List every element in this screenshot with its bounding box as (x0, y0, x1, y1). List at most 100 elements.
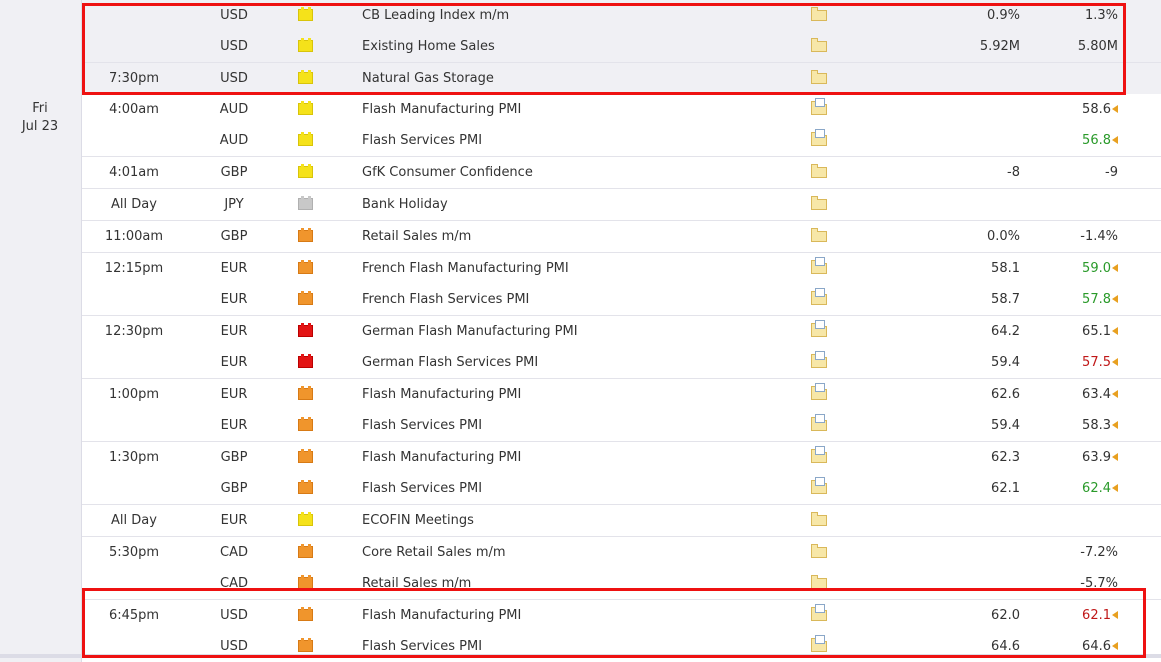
detail-cell[interactable] (811, 125, 831, 156)
detail-cell[interactable] (811, 568, 831, 599)
detail-cell[interactable] (811, 94, 831, 125)
detail-cell[interactable] (811, 63, 831, 94)
revision-arrow-icon[interactable] (1112, 452, 1118, 461)
folder-icon[interactable] (811, 7, 827, 21)
document-folder-icon[interactable] (811, 383, 827, 400)
detail-cell[interactable] (811, 284, 831, 315)
event-row[interactable]: USD CB Leading Index m/m 0.9% 1.3% (82, 0, 1161, 31)
event-row[interactable]: 6:45pm USD Flash Manufacturing PMI 62.0 62.1 (82, 599, 1161, 631)
document-folder-icon[interactable] (811, 320, 827, 337)
impact-cell[interactable] (296, 31, 314, 62)
impact-cell[interactable] (296, 316, 314, 347)
event-title[interactable]: Flash Manufacturing PMI (362, 94, 521, 125)
detail-cell[interactable] (811, 473, 831, 504)
folder-icon[interactable] (811, 228, 827, 242)
revision-arrow-icon[interactable] (1112, 294, 1118, 303)
event-title[interactable]: Existing Home Sales (362, 31, 495, 62)
impact-cell[interactable] (296, 284, 314, 315)
event-title[interactable]: French Flash Services PMI (362, 284, 529, 315)
document-folder-icon[interactable] (811, 477, 827, 494)
event-title[interactable]: Flash Services PMI (362, 410, 482, 441)
impact-cell[interactable] (296, 0, 314, 31)
revision-arrow-icon[interactable] (1112, 326, 1118, 335)
event-title[interactable]: Natural Gas Storage (362, 63, 494, 94)
event-row[interactable]: 4:00am AUD Flash Manufacturing PMI 58.6 (82, 94, 1161, 125)
document-folder-icon[interactable] (811, 351, 827, 368)
detail-cell[interactable] (811, 189, 831, 220)
document-folder-icon[interactable] (811, 446, 827, 463)
folder-icon[interactable] (811, 196, 827, 210)
event-row[interactable]: AUD Flash Services PMI 56.8 (82, 125, 1161, 156)
event-title[interactable]: Retail Sales m/m (362, 568, 471, 599)
event-title[interactable]: French Flash Manufacturing PMI (362, 253, 569, 284)
event-title[interactable]: Retail Sales m/m (362, 221, 471, 252)
detail-cell[interactable] (811, 347, 831, 378)
revision-arrow-icon[interactable] (1112, 357, 1118, 366)
event-row[interactable]: 1:30pm GBP Flash Manufacturing PMI 62.3 63.9 (82, 441, 1161, 473)
impact-cell[interactable] (296, 125, 314, 156)
impact-cell[interactable] (296, 94, 314, 125)
detail-cell[interactable] (811, 410, 831, 441)
event-row[interactable]: USD Existing Home Sales 5.92M 5.80M (82, 31, 1161, 62)
detail-cell[interactable] (811, 0, 831, 31)
event-title[interactable]: Flash Manufacturing PMI (362, 442, 521, 473)
detail-cell[interactable] (811, 600, 831, 631)
detail-cell[interactable] (811, 442, 831, 473)
event-title[interactable]: ECOFIN Meetings (362, 505, 474, 536)
document-folder-icon[interactable] (811, 288, 827, 305)
event-title[interactable]: CB Leading Index m/m (362, 0, 509, 31)
event-row[interactable]: All Day JPY Bank Holiday (82, 188, 1161, 220)
folder-icon[interactable] (811, 38, 827, 52)
folder-icon[interactable] (811, 575, 827, 589)
revision-arrow-icon[interactable] (1112, 104, 1118, 113)
impact-cell[interactable] (296, 568, 314, 599)
event-row[interactable]: EUR German Flash Services PMI 59.4 57.5 (82, 347, 1161, 378)
revision-arrow-icon[interactable] (1112, 420, 1118, 429)
event-row[interactable]: 5:30pm CAD Core Retail Sales m/m -7.2% (82, 536, 1161, 568)
document-folder-icon[interactable] (811, 414, 827, 431)
event-row[interactable]: EUR French Flash Services PMI 58.7 57.8 (82, 284, 1161, 315)
document-folder-icon[interactable] (811, 98, 827, 115)
detail-cell[interactable] (811, 316, 831, 347)
event-row[interactable]: 11:00am GBP Retail Sales m/m 0.0% -1.4% (82, 220, 1161, 252)
impact-cell[interactable] (296, 537, 314, 568)
event-title[interactable]: Flash Services PMI (362, 473, 482, 504)
impact-cell[interactable] (296, 157, 314, 188)
revision-arrow-icon[interactable] (1112, 483, 1118, 492)
impact-cell[interactable] (296, 442, 314, 473)
detail-cell[interactable] (811, 157, 831, 188)
event-title[interactable]: Core Retail Sales m/m (362, 537, 506, 568)
impact-cell[interactable] (296, 347, 314, 378)
revision-arrow-icon[interactable] (1112, 610, 1118, 619)
revision-arrow-icon[interactable] (1112, 389, 1118, 398)
revision-arrow-icon[interactable] (1112, 135, 1118, 144)
detail-cell[interactable] (811, 221, 831, 252)
folder-icon[interactable] (811, 164, 827, 178)
impact-cell[interactable] (296, 379, 314, 410)
event-title[interactable]: GfK Consumer Confidence (362, 157, 533, 188)
event-row[interactable]: GBP Flash Services PMI 62.1 62.4 (82, 473, 1161, 504)
event-title[interactable]: Flash Manufacturing PMI (362, 379, 521, 410)
detail-cell[interactable] (811, 253, 831, 284)
event-title[interactable]: German Flash Services PMI (362, 347, 538, 378)
event-row[interactable]: EUR Flash Services PMI 59.4 58.3 (82, 410, 1161, 441)
detail-cell[interactable] (811, 537, 831, 568)
document-folder-icon[interactable] (811, 604, 827, 621)
event-row[interactable]: All Day EUR ECOFIN Meetings (82, 504, 1161, 536)
folder-icon[interactable] (811, 512, 827, 526)
revision-arrow-icon[interactable] (1112, 263, 1118, 272)
impact-cell[interactable] (296, 63, 314, 94)
impact-cell[interactable] (296, 410, 314, 441)
folder-icon[interactable] (811, 544, 827, 558)
event-row[interactable]: 12:15pm EUR French Flash Manufacturing PMI… (82, 252, 1161, 284)
impact-cell[interactable] (296, 189, 314, 220)
detail-cell[interactable] (811, 31, 831, 62)
revision-arrow-icon[interactable] (1112, 641, 1118, 650)
detail-cell[interactable] (811, 379, 831, 410)
detail-cell[interactable] (811, 505, 831, 536)
impact-cell[interactable] (296, 505, 314, 536)
event-row[interactable]: 12:30pm EUR German Flash Manufacturing PMI… (82, 315, 1161, 347)
event-title[interactable]: German Flash Manufacturing PMI (362, 316, 578, 347)
folder-icon[interactable] (811, 70, 827, 84)
impact-cell[interactable] (296, 221, 314, 252)
